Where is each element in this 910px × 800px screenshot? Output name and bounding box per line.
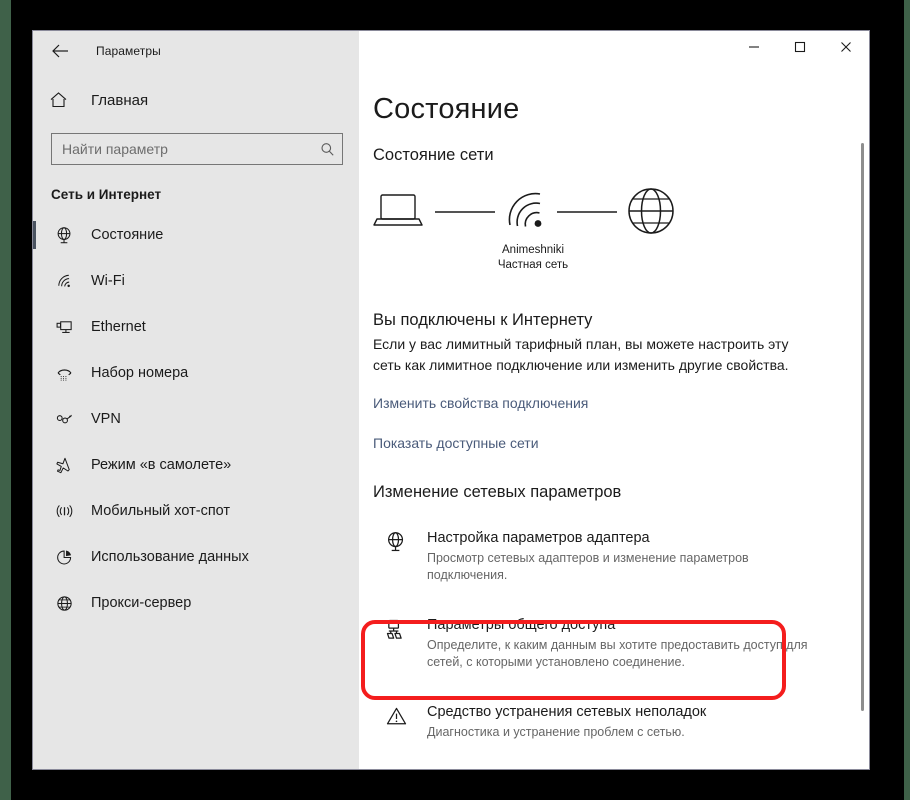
laptop-icon (373, 194, 423, 226)
network-status-heading: Состояние сети (373, 146, 494, 164)
network-diagram: Animeshniki Частная сеть (373, 187, 693, 271)
globe-monitor-icon (51, 226, 77, 245)
sidebar-nav-list: Состояние Wi-Fi Ethernet Набор номера VP… (33, 212, 359, 626)
desktop-edge-strip-left (0, 0, 11, 800)
option-text: Средство устранения сетевых неполадок Ди… (417, 703, 827, 741)
settings-window: Параметры Главная Найти параметр Сеть и … (32, 30, 870, 770)
sidebar-item-label: Мобильный хот-спот (91, 503, 231, 519)
option-sharing-settings[interactable]: Параметры общего доступа Определите, к к… (373, 606, 869, 681)
sharing-folder-icon (385, 616, 417, 641)
airplane-icon (51, 456, 77, 475)
sidebar-item-dialup[interactable]: Набор номера (33, 350, 359, 396)
network-type: Частная сеть (497, 259, 569, 271)
page-title: Состояние (373, 93, 520, 125)
vpn-key-icon (51, 410, 77, 429)
window-controls (359, 31, 869, 71)
sidebar-item-data-usage[interactable]: Использование данных (33, 534, 359, 580)
globe-icon (628, 188, 674, 234)
ethernet-icon (51, 318, 77, 337)
sidebar-item-label: Использование данных (91, 549, 249, 565)
hotspot-broadcast-icon (51, 502, 77, 521)
sidebar-item-label: Набор номера (91, 365, 189, 381)
search-box[interactable] (51, 133, 343, 165)
option-subtitle: Просмотр сетевых адаптеров и изменение п… (427, 551, 749, 582)
app-title: Параметры (96, 44, 161, 58)
minimize-icon (749, 46, 759, 48)
globe-icon (51, 594, 77, 613)
sidebar-item-proxy[interactable]: Прокси-сервер (33, 580, 359, 626)
sidebar-item-label: Wi-Fi (91, 273, 125, 289)
wifi-signal-icon (508, 192, 542, 227)
screenshot-root: Параметры Главная Найти параметр Сеть и … (0, 0, 910, 800)
maximize-icon (794, 41, 806, 53)
maximize-button[interactable] (777, 31, 823, 63)
title-bar: Параметры (33, 31, 869, 71)
sidebar-group-title: Сеть и Интернет (51, 187, 162, 202)
warning-triangle-icon (385, 703, 417, 728)
network-name: Animeshniki (502, 244, 564, 256)
option-title: Настройка параметров адаптера (427, 530, 650, 546)
option-text: Настройка параметров адаптера Просмотр с… (417, 529, 827, 584)
close-icon (841, 42, 851, 52)
option-network-troubleshooter[interactable]: Средство устранения сетевых неполадок Ди… (373, 693, 869, 751)
show-available-networks-link[interactable]: Показать доступные сети (373, 435, 539, 451)
sidebar-item-label: Ethernet (91, 319, 146, 335)
back-button[interactable] (38, 35, 84, 67)
back-arrow-icon (52, 44, 68, 58)
sidebar-item-ethernet[interactable]: Ethernet (33, 304, 359, 350)
option-adapter-settings[interactable]: Настройка параметров адаптера Просмотр с… (373, 516, 869, 594)
sidebar-item-label: VPN (91, 411, 121, 427)
network-options-list: Настройка параметров адаптера Просмотр с… (373, 516, 869, 751)
search-input[interactable] (62, 141, 318, 157)
close-button[interactable] (823, 31, 869, 63)
sidebar-item-label: Состояние (91, 227, 164, 243)
network-caption: Animeshniki Частная сеть (453, 243, 613, 273)
sidebar: Главная Сеть и Интернет (33, 71, 359, 769)
sidebar-item-status[interactable]: Состояние (33, 212, 359, 258)
wifi-icon (51, 272, 77, 291)
sidebar-item-home[interactable]: Главная (33, 81, 359, 119)
window-body: Главная Сеть и Интернет (33, 71, 869, 769)
sidebar-item-mobile-hotspot[interactable]: Мобильный хот-спот (33, 488, 359, 534)
desktop-edge-strip-right (904, 0, 910, 800)
pie-chart-icon (51, 548, 77, 567)
minimize-button[interactable] (731, 31, 777, 63)
phone-dialup-icon (51, 364, 77, 383)
home-label: Главная (91, 91, 149, 109)
change-network-settings-heading: Изменение сетевых параметров (373, 483, 622, 501)
sidebar-item-vpn[interactable]: VPN (33, 396, 359, 442)
change-connection-properties-link[interactable]: Изменить свойства подключения (373, 395, 588, 411)
search-icon (318, 142, 336, 157)
option-title: Средство устранения сетевых неполадок (427, 704, 707, 720)
connection-title: Вы подключены к Интернету (373, 311, 593, 329)
title-bar-left: Параметры (33, 31, 359, 71)
option-subtitle: Диагностика и устранение проблем с сетью… (427, 725, 685, 739)
sidebar-item-label: Режим «в самолете» (91, 457, 232, 473)
vertical-scrollbar[interactable] (856, 71, 868, 769)
adapter-globe-icon (385, 529, 417, 554)
option-title: Параметры общего доступа (427, 617, 616, 633)
home-icon (49, 91, 79, 109)
main-content: Состояние Состояние сети Animeshniki Час… (359, 71, 869, 769)
option-text: Параметры общего доступа Определите, к к… (417, 616, 827, 671)
scrollbar-thumb[interactable] (861, 143, 864, 711)
sidebar-item-airplane-mode[interactable]: Режим «в самолете» (33, 442, 359, 488)
sidebar-item-label: Прокси-сервер (91, 595, 192, 611)
option-subtitle: Определите, к каким данным вы хотите пре… (427, 638, 808, 669)
connection-description: Если у вас лимитный тарифный план, вы мо… (373, 336, 789, 373)
sidebar-item-wifi[interactable]: Wi-Fi (33, 258, 359, 304)
